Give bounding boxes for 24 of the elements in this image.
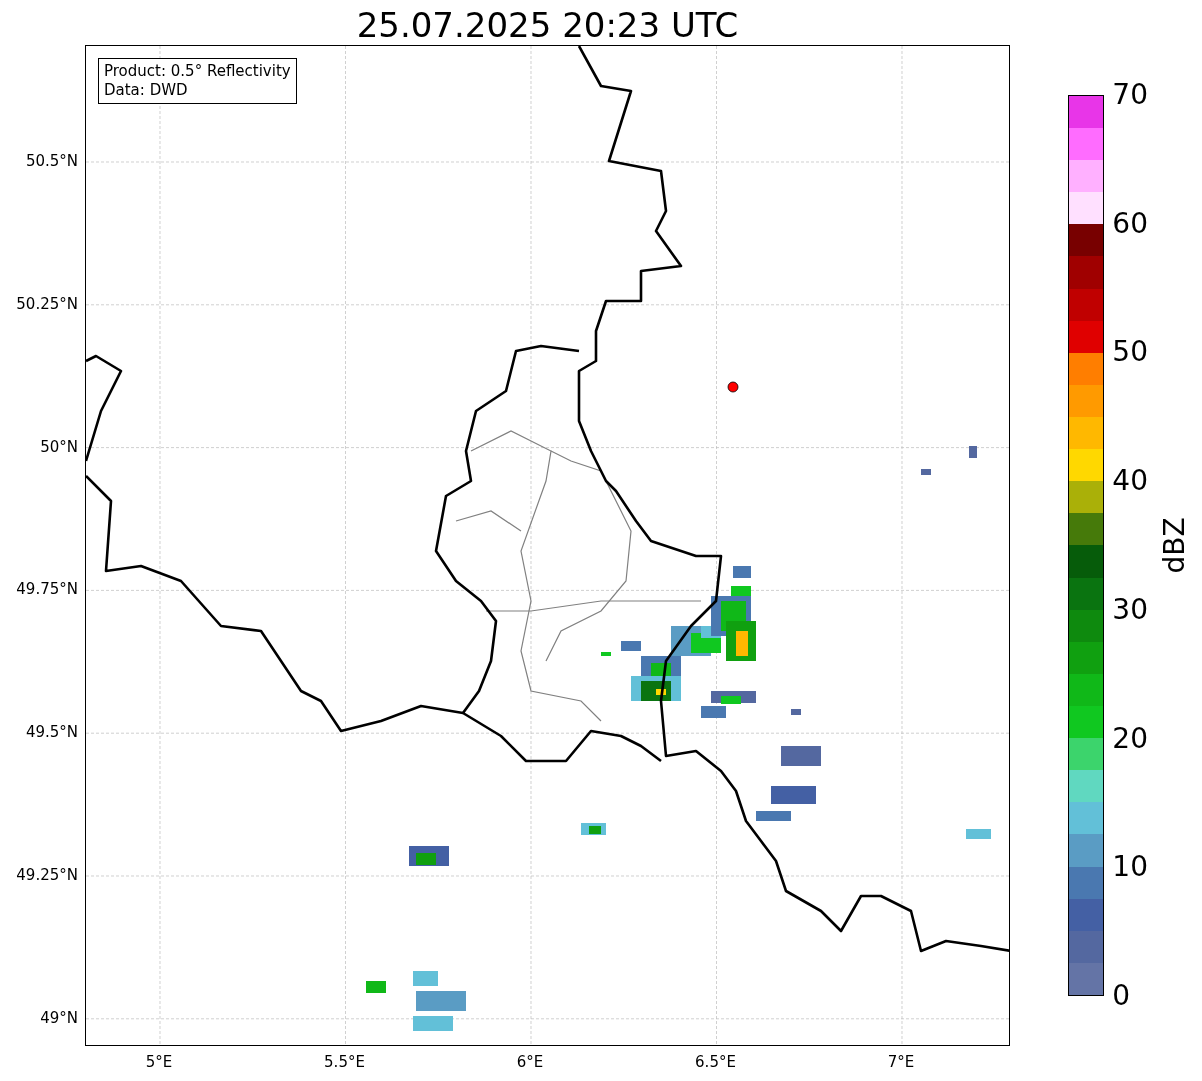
latitude-label: 50°N: [40, 437, 78, 456]
latitude-label: 49.75°N: [16, 580, 78, 599]
info-text: Data: DWD: [104, 81, 189, 100]
longitude-label: 5.5°E: [324, 1053, 365, 1071]
latitude-label: 49°N: [40, 1008, 78, 1027]
colorbar-tick-label: 20: [1112, 722, 1148, 755]
colorbar-tick-label: 60: [1112, 207, 1148, 240]
info-text: Product: 0.5° Reflectivity: [104, 62, 291, 81]
colorbar-label: dBZ: [1157, 517, 1191, 574]
colorbar-tick-label: 30: [1112, 593, 1148, 626]
latitude-label: 49.25°N: [16, 866, 78, 884]
longitude-label: 7°E: [887, 1053, 915, 1071]
longitude-label: 5°E: [145, 1053, 173, 1071]
longitude-label: 6°E: [516, 1053, 544, 1071]
latitude-label: 50.5°N: [25, 152, 78, 170]
latitude-label: 50.25°N: [16, 294, 78, 313]
colorbar-tick-label: 10: [1112, 851, 1148, 884]
longitude-label: 6.5°E: [695, 1053, 736, 1071]
chart-title: 25.07.2025 20:23 UTC: [356, 5, 739, 45]
colorbar-tick-label: 40: [1112, 465, 1148, 498]
latitude-label: 49.5°N: [25, 723, 78, 742]
colorbar-tick-label: 50: [1112, 336, 1148, 369]
colorbar-tick-label: 0: [1112, 980, 1131, 1012]
colorbar-tick-label: 70: [1112, 79, 1148, 111]
